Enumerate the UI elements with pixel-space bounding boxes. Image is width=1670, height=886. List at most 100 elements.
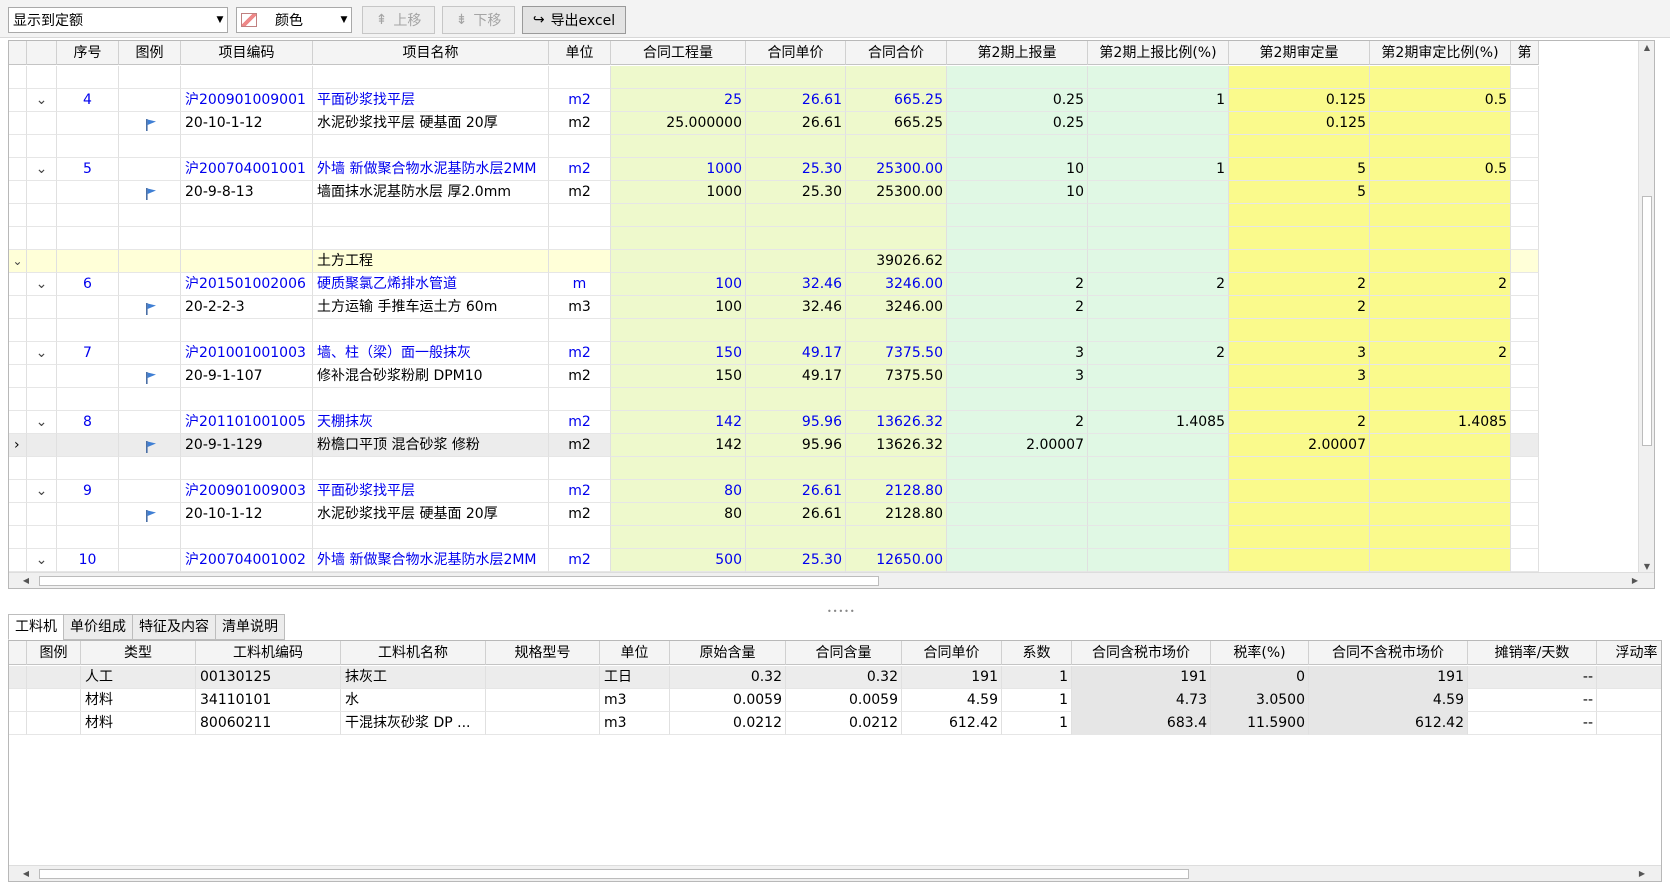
header-float-rate[interactable]: 浮动率 [1597, 641, 1661, 665]
header-notax-price[interactable]: 合同不含税市场价 [1309, 641, 1468, 665]
reported-pct[interactable] [1088, 480, 1229, 503]
reported-qty[interactable]: 3 [947, 342, 1088, 365]
header-res-name[interactable]: 工料机名称 [341, 641, 486, 665]
contract-price[interactable]: 191 [902, 666, 1002, 689]
audited-pct[interactable]: 0.5 [1370, 89, 1511, 112]
scroll-up-icon[interactable]: ▲ [1639, 41, 1654, 55]
header-p2-audited-qty[interactable]: 第2期审定量 [1229, 41, 1370, 65]
header-unit[interactable]: 单位 [600, 641, 670, 665]
audited-pct[interactable]: 0.5 [1370, 158, 1511, 181]
export-excel-button[interactable]: ↪ 导出excel [522, 6, 626, 34]
reported-pct[interactable] [1088, 434, 1229, 457]
blank-row[interactable] [9, 227, 1639, 250]
blank-row[interactable] [9, 457, 1639, 480]
panel-splitter[interactable]: ••••• [0, 606, 1670, 616]
header-p2-reported-pct[interactable]: 第2期上报比例(%) [1088, 41, 1229, 65]
audited-qty[interactable]: 2 [1229, 411, 1370, 434]
collapse-chevron-icon[interactable]: ⌄ [27, 158, 57, 181]
reported-qty[interactable]: 0.25 [947, 112, 1088, 135]
audited-pct[interactable] [1370, 296, 1511, 319]
audited-qty[interactable] [1229, 549, 1370, 572]
collapse-chevron-icon[interactable]: ⌄ [27, 342, 57, 365]
audited-pct[interactable] [1370, 549, 1511, 572]
collapse-chevron-icon[interactable]: ⌄ [27, 549, 57, 572]
audited-pct[interactable]: 1.4085 [1370, 411, 1511, 434]
quota-row[interactable]: › 20-9-1-129 粉檐口平顶 混合砂浆 修粉 m2 142 95.96 13626.… [9, 434, 1639, 457]
contract-price[interactable]: 612.42 [902, 712, 1002, 735]
audited-pct[interactable]: 2 [1370, 342, 1511, 365]
header-item-code[interactable]: 项目编码 [181, 41, 313, 65]
vertical-scroll-thumb[interactable] [1642, 196, 1652, 446]
horizontal-scrollbar[interactable]: ◀ ▶ [9, 572, 1654, 588]
audited-pct[interactable] [1370, 434, 1511, 457]
audited-qty[interactable]: 0.125 [1229, 112, 1370, 135]
header-unit[interactable]: 单位 [549, 41, 611, 65]
collapse-chevron-icon[interactable]: ⌄ [12, 254, 22, 268]
blank-row[interactable] [9, 204, 1639, 227]
header-type[interactable]: 类型 [81, 641, 196, 665]
audited-qty[interactable]: 5 [1229, 158, 1370, 181]
contract-qty[interactable]: 0.0059 [786, 689, 902, 712]
blank-row[interactable] [9, 526, 1639, 549]
resource-row[interactable]: 材料 80060211 干混抹灰砂浆 DP ... m3 0.0212 0.0212 612… [9, 712, 1661, 735]
bill-item-row[interactable]: ⌄ 4 沪200901009001 平面砂浆找平层 m2 25 26.61 665.25 0.2… [9, 89, 1639, 112]
quota-row[interactable]: 20-9-8-13 墙面抹水泥基防水层 厚2.0mm m2 1000 25.30 2530… [9, 181, 1639, 204]
reported-pct[interactable] [1088, 549, 1229, 572]
header-tax-rate[interactable]: 税率(%) [1211, 641, 1309, 665]
scroll-right-icon[interactable]: ▶ [1628, 573, 1642, 588]
header-p3-partial[interactable]: 第 [1511, 41, 1539, 65]
header-p2-reported-qty[interactable]: 第2期上报量 [947, 41, 1088, 65]
reported-pct[interactable]: 1 [1088, 89, 1229, 112]
bill-item-row[interactable]: ⌄ 7 沪201001001003 墙、柱（梁）面一般抹灰 m2 150 49.17 7375… [9, 342, 1639, 365]
quota-row[interactable]: 20-9-1-107 修补混合砂浆粉刷 DPM10 m2 150 49.17 7375.5… [9, 365, 1639, 388]
collapse-chevron-icon[interactable]: ⌄ [27, 89, 57, 112]
audited-qty[interactable] [1229, 503, 1370, 526]
audited-qty[interactable]: 0.125 [1229, 89, 1370, 112]
header-expander[interactable] [27, 41, 57, 65]
reported-qty[interactable]: 10 [947, 181, 1088, 204]
header-amort[interactable]: 摊销率/天数 [1468, 641, 1597, 665]
reported-pct[interactable] [1088, 365, 1229, 388]
reported-pct[interactable]: 2 [1088, 273, 1229, 296]
header-gutter[interactable] [9, 641, 27, 665]
reported-qty[interactable] [947, 480, 1088, 503]
audited-pct[interactable] [1370, 503, 1511, 526]
header-contract-price[interactable]: 合同单价 [746, 41, 846, 65]
reported-qty[interactable]: 2 [947, 296, 1088, 319]
audited-pct[interactable] [1370, 365, 1511, 388]
reported-qty[interactable] [947, 503, 1088, 526]
header-orig-qty[interactable]: 原始含量 [670, 641, 786, 665]
reported-qty[interactable]: 2 [947, 273, 1088, 296]
resource-row[interactable]: 人工 00130125 抹灰工 工日 0.32 0.32 191 1 191 0 191 -- [9, 666, 1661, 689]
coef[interactable]: 1 [1002, 712, 1072, 735]
audited-qty[interactable]: 3 [1229, 365, 1370, 388]
header-tax-price[interactable]: 合同含税市场价 [1072, 641, 1211, 665]
tab-labor-material-machine[interactable]: 工料机 [8, 614, 63, 640]
audited-pct[interactable]: 2 [1370, 273, 1511, 296]
bill-item-row[interactable]: ⌄ 8 沪201101001005 天棚抹灰 m2 142 95.96 13626.32 2 1.… [9, 411, 1639, 434]
reported-qty[interactable]: 10 [947, 158, 1088, 181]
resource-row[interactable]: 材料 34110101 水 m3 0.0059 0.0059 4.59 1 4.73 3.0500… [9, 689, 1661, 712]
quota-row[interactable]: 20-10-1-12 水泥砂浆找平层 硬基面 20厚 m2 80 26.61 2128.8… [9, 503, 1639, 526]
move-up-button[interactable]: ⇞ 上移 [362, 6, 435, 34]
blank-row[interactable] [9, 319, 1639, 342]
header-legend[interactable]: 图例 [119, 41, 181, 65]
coef[interactable]: 1 [1002, 666, 1072, 689]
audited-qty[interactable]: 3 [1229, 342, 1370, 365]
bill-item-row[interactable]: ⌄ 5 沪200704001001 外墙 新做聚合物水泥基防水层2MM m2 1000 25… [9, 158, 1639, 181]
orig-qty[interactable]: 0.0212 [670, 712, 786, 735]
vertical-scrollbar[interactable]: ▲ ▼ [1638, 41, 1654, 574]
reported-pct[interactable]: 1.4085 [1088, 411, 1229, 434]
blank-row[interactable] [9, 66, 1639, 89]
reported-pct[interactable]: 2 [1088, 342, 1229, 365]
header-gutter[interactable] [9, 41, 27, 65]
audited-qty[interactable]: 2 [1229, 273, 1370, 296]
resource-horizontal-scrollbar[interactable]: ◀ ▶ [9, 865, 1661, 881]
collapse-chevron-icon[interactable]: ⌄ [27, 273, 57, 296]
display-level-select[interactable]: 显示到定额 ▼ [8, 7, 228, 33]
orig-qty[interactable]: 0.0059 [670, 689, 786, 712]
scroll-left-icon[interactable]: ◀ [19, 866, 33, 881]
header-legend[interactable]: 图例 [27, 641, 81, 665]
coef[interactable]: 1 [1002, 689, 1072, 712]
blank-row[interactable] [9, 388, 1639, 411]
